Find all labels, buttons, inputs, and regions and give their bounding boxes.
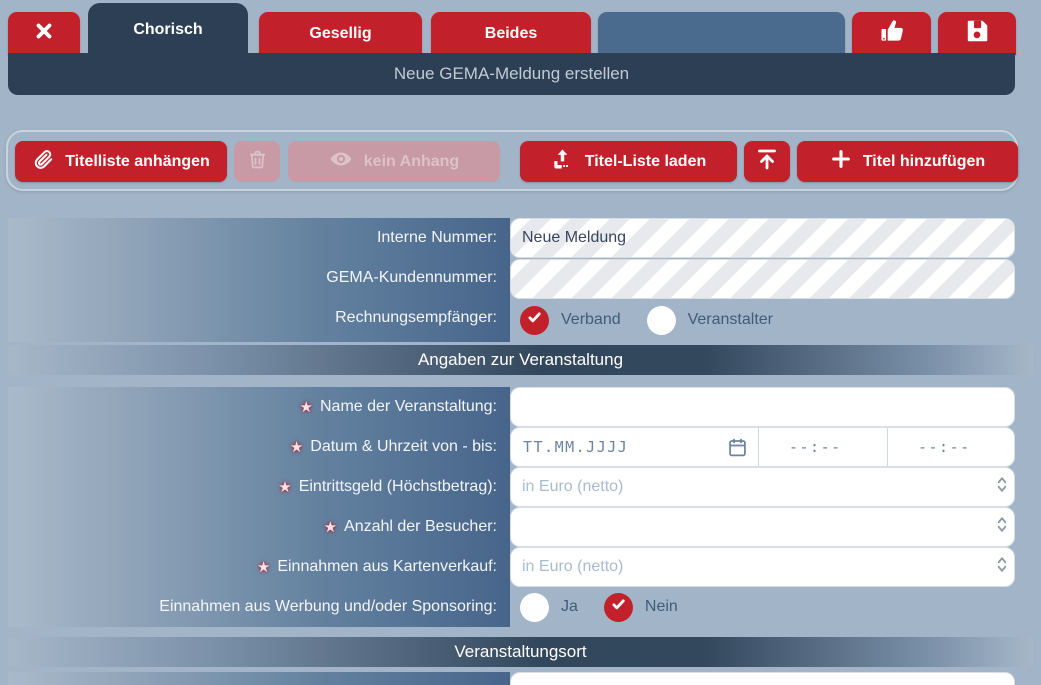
location-labels [8,672,510,685]
upload-to-top-button[interactable] [744,141,790,182]
required-star-icon: ★ [257,558,270,576]
tab-gesellig[interactable]: Gesellig [259,12,422,55]
close-icon [33,20,55,47]
save-button[interactable] [938,12,1016,55]
radio-label: Nein [645,598,678,616]
view-attachment-button[interactable]: kein Anhang [288,141,500,182]
required-star-icon: ★ [278,478,291,496]
gema-kundennummer-input[interactable] [510,259,1015,299]
paperclip-icon [32,148,54,175]
kartenverkauf-input[interactable]: in Euro (netto) [510,547,1015,587]
time-to-input[interactable]: --:-- [887,428,1014,466]
check-icon [526,309,543,331]
radio-ja[interactable] [520,593,549,622]
besucher-input[interactable] [510,507,1015,547]
field-label: Interne Nummer: [8,218,510,258]
event-name-input[interactable] [510,387,1015,427]
required-star-icon: ★ [300,398,313,416]
radio-label: Veranstalter [688,311,773,329]
event-datetime-row: TT.MM.JJJJ --:-- --:-- [510,427,1015,467]
check-icon [610,596,627,618]
tab-label: Gesellig [309,25,371,43]
close-button[interactable] [8,12,80,55]
attach-title-list-button[interactable]: Titelliste anhängen [15,141,227,182]
attachment-status-label: kein Anhang [364,153,459,171]
number-stepper-icon[interactable] [996,476,1008,499]
field-label: ★Anzahl der Besucher: [8,507,510,547]
field-label: Einnahmen aus Werbung und/oder Sponsorin… [8,587,510,627]
title-list-toolbar: Titelliste anhängen kein Anhang Titel-Li… [6,130,1018,191]
save-icon [964,18,990,49]
time-from-input[interactable]: --:-- [758,428,887,466]
radio-verband[interactable] [520,306,549,335]
tab-empty[interactable] [598,12,845,55]
rechnungsempfaenger-options: Verband Veranstalter [520,300,787,340]
section-header-location: Veranstaltungsort [8,637,1033,667]
tab-label: Beides [485,25,537,43]
button-label: Titelliste anhängen [65,153,210,171]
page-title: Neue GEMA-Meldung erstellen [8,53,1015,95]
delete-attachment-button[interactable] [234,141,280,182]
plus-icon [830,148,852,175]
date-input[interactable]: TT.MM.JJJJ [511,428,758,466]
interne-nummer-input[interactable]: Neue Meldung [510,218,1015,258]
approve-button[interactable] [852,12,931,55]
tab-chorisch[interactable]: Chorisch [88,3,248,57]
trash-icon [247,149,268,175]
required-star-icon: ★ [324,518,337,536]
thumbs-up-icon [879,18,905,49]
number-stepper-icon[interactable] [996,516,1008,539]
event-labels: ★Name der Veranstaltung: ★Datum & Uhrzei… [8,387,510,627]
radio-label: Ja [561,598,578,616]
field-label: GEMA-Kundennummer: [8,258,510,298]
button-label: Titel hinzufügen [863,153,985,171]
werbung-options: Ja Nein [520,587,692,627]
add-title-button[interactable]: Titel hinzufügen [797,141,1018,182]
upload-to-line-icon [755,147,779,176]
button-label: Titel-Liste laden [585,153,707,171]
general-labels: Interne Nummer: GEMA-Kundennummer: Rechn… [8,218,510,342]
section-header-event: Angaben zur Veranstaltung [8,345,1033,375]
field-label: ★Datum & Uhrzeit von - bis: [8,427,510,467]
upload-icon [551,148,574,176]
required-star-icon: ★ [290,438,303,456]
radio-nein[interactable] [604,593,633,622]
eye-icon [329,147,353,176]
field-label: ★Eintrittsgeld (Höchstbetrag): [8,467,510,507]
eintrittsgeld-input[interactable]: in Euro (netto) [510,467,1015,507]
field-label: ★Name der Veranstaltung: [8,387,510,427]
load-title-list-button[interactable]: Titel-Liste laden [520,141,737,182]
field-label: Rechnungsempfänger: [8,298,510,338]
number-stepper-icon[interactable] [996,556,1008,579]
field-label: ★Einnahmen aus Kartenverkauf: [8,547,510,587]
tab-label: Chorisch [133,21,202,39]
tab-beides[interactable]: Beides [431,12,591,55]
radio-label: Verband [561,311,621,329]
location-first-input[interactable] [510,672,1015,685]
calendar-icon[interactable] [727,437,748,462]
radio-veranstalter[interactable] [647,306,676,335]
